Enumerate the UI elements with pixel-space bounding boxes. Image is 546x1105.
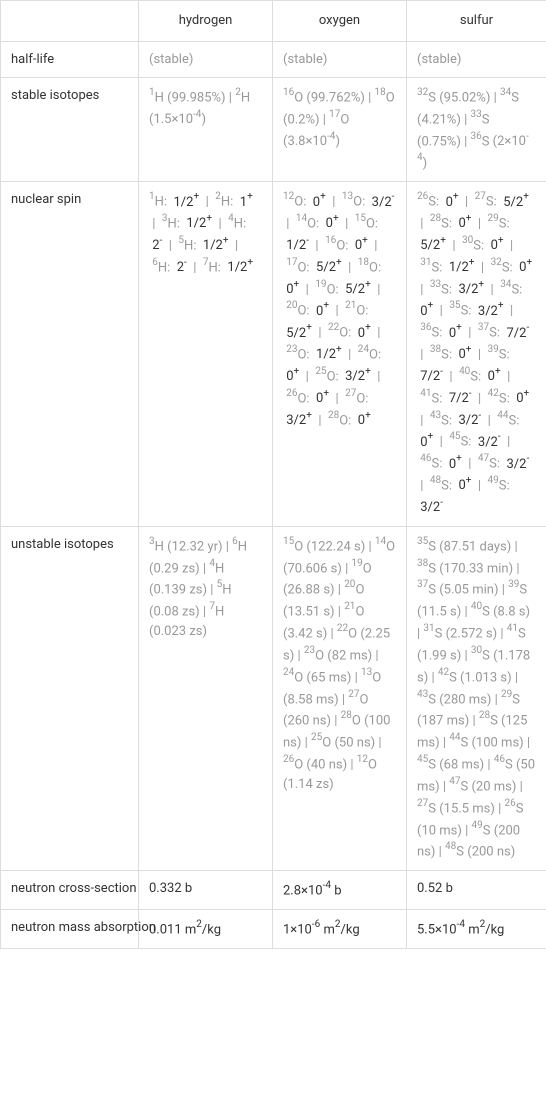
stable-isotopes-oxygen: 16O (99.762%) | 18O (0.2%) | 17O (3.8×10… [273,78,407,182]
neutron-mass-absorption-oxygen: 1×10-6 m2/kg [273,909,407,948]
half-life-hydrogen: (stable) [139,41,273,78]
row-neutron-cross-section: neutron cross-section 0.332 b 2.8×10-4 b… [1,871,546,910]
row-neutron-mass-absorption: neutron mass absorption 0.011 m2/kg 1×10… [1,909,546,948]
neutron-mass-absorption-hydrogen: 0.011 m2/kg [139,909,273,948]
unstable-isotopes-hydrogen: 3H (12.32 yr) | 6H (0.29 zs) | 4H (0.139… [139,526,273,870]
label-unstable-isotopes: unstable isotopes [1,526,139,870]
header-oxygen: oxygen [273,1,407,42]
nuclear-spin-oxygen: 12O: 0+ | 13O: 3/2- | 14O: 0+ | 15O: 1/2… [273,182,407,526]
stable-isotopes-hydrogen: 1H (99.985%) | 2H (1.5×10-4) [139,78,273,182]
neutron-cross-section-sulfur: 0.52 b [407,871,546,910]
unstable-isotopes-sulfur: 35S (87.51 days) | 38S (170.33 min) | 37… [407,526,546,870]
neutron-cross-section-oxygen: 2.8×10-4 b [273,871,407,910]
label-half-life: half-life [1,41,139,78]
row-unstable-isotopes: unstable isotopes 3H (12.32 yr) | 6H (0.… [1,526,546,870]
unstable-isotopes-oxygen: 15O (122.24 s) | 14O (70.606 s) | 19O (2… [273,526,407,870]
half-life-sulfur: (stable) [407,41,546,78]
header-row: hydrogen oxygen sulfur [1,1,546,42]
half-life-oxygen: (stable) [273,41,407,78]
properties-table: hydrogen oxygen sulfur half-life (stable… [0,0,546,949]
neutron-cross-section-hydrogen: 0.332 b [139,871,273,910]
header-sulfur: sulfur [407,1,546,42]
header-hydrogen: hydrogen [139,1,273,42]
label-neutron-mass-absorption: neutron mass absorption [1,909,139,948]
label-nuclear-spin: nuclear spin [1,182,139,526]
neutron-mass-absorption-sulfur: 5.5×10-4 m2/kg [407,909,546,948]
nuclear-spin-hydrogen: 1H: 1/2+ | 2H: 1+ | 3H: 1/2+ | 4H: 2- | … [139,182,273,526]
row-nuclear-spin: nuclear spin 1H: 1/2+ | 2H: 1+ | 3H: 1/2… [1,182,546,526]
nuclear-spin-sulfur: 26S: 0+ | 27S: 5/2+ | 28S: 0+ | 29S: 5/2… [407,182,546,526]
stable-isotopes-sulfur: 32S (95.02%) | 34S (4.21%) | 33S (0.75%)… [407,78,546,182]
label-stable-isotopes: stable isotopes [1,78,139,182]
row-half-life: half-life (stable) (stable) (stable) [1,41,546,78]
header-empty [1,1,139,42]
row-stable-isotopes: stable isotopes 1H (99.985%) | 2H (1.5×1… [1,78,546,182]
label-neutron-cross-section: neutron cross-section [1,871,139,910]
